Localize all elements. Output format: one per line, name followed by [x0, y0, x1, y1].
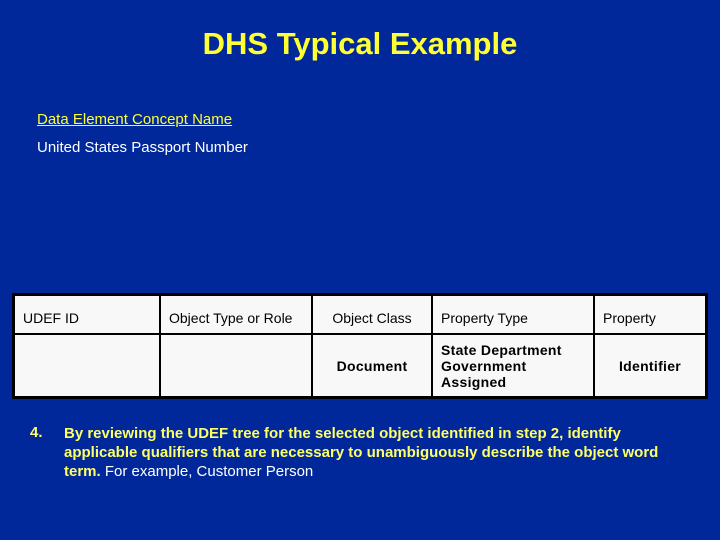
step-description: By reviewing the UDEF tree for the selec… — [64, 424, 684, 481]
cell-object-class: Document — [311, 333, 433, 399]
table-row: Document State Department Government Ass… — [12, 333, 708, 399]
concept-name-value: United States Passport Number — [37, 139, 248, 156]
header-object-type-or-role: Object Type or Role — [159, 293, 313, 335]
cell-property-type: State Department Government Assigned — [431, 333, 595, 399]
header-property-type: Property Type — [431, 293, 595, 335]
step-number: 4. — [30, 424, 43, 441]
cell-property: Identifier — [593, 333, 708, 399]
step-example: For example, Customer Person — [100, 463, 314, 480]
concept-name-label: Data Element Concept Name — [37, 111, 233, 128]
header-udef-id: UDEF ID — [12, 293, 161, 335]
slide-title: DHS Typical Example — [202, 26, 518, 61]
cell-object-type-or-role — [159, 333, 313, 399]
header-property: Property — [593, 293, 708, 335]
cell-udef-id — [12, 333, 161, 399]
table-header-row: UDEF ID Object Type or Role Object Class… — [12, 293, 708, 335]
udef-table: UDEF ID Object Type or Role Object Class… — [12, 293, 708, 399]
header-object-class: Object Class — [311, 293, 433, 335]
